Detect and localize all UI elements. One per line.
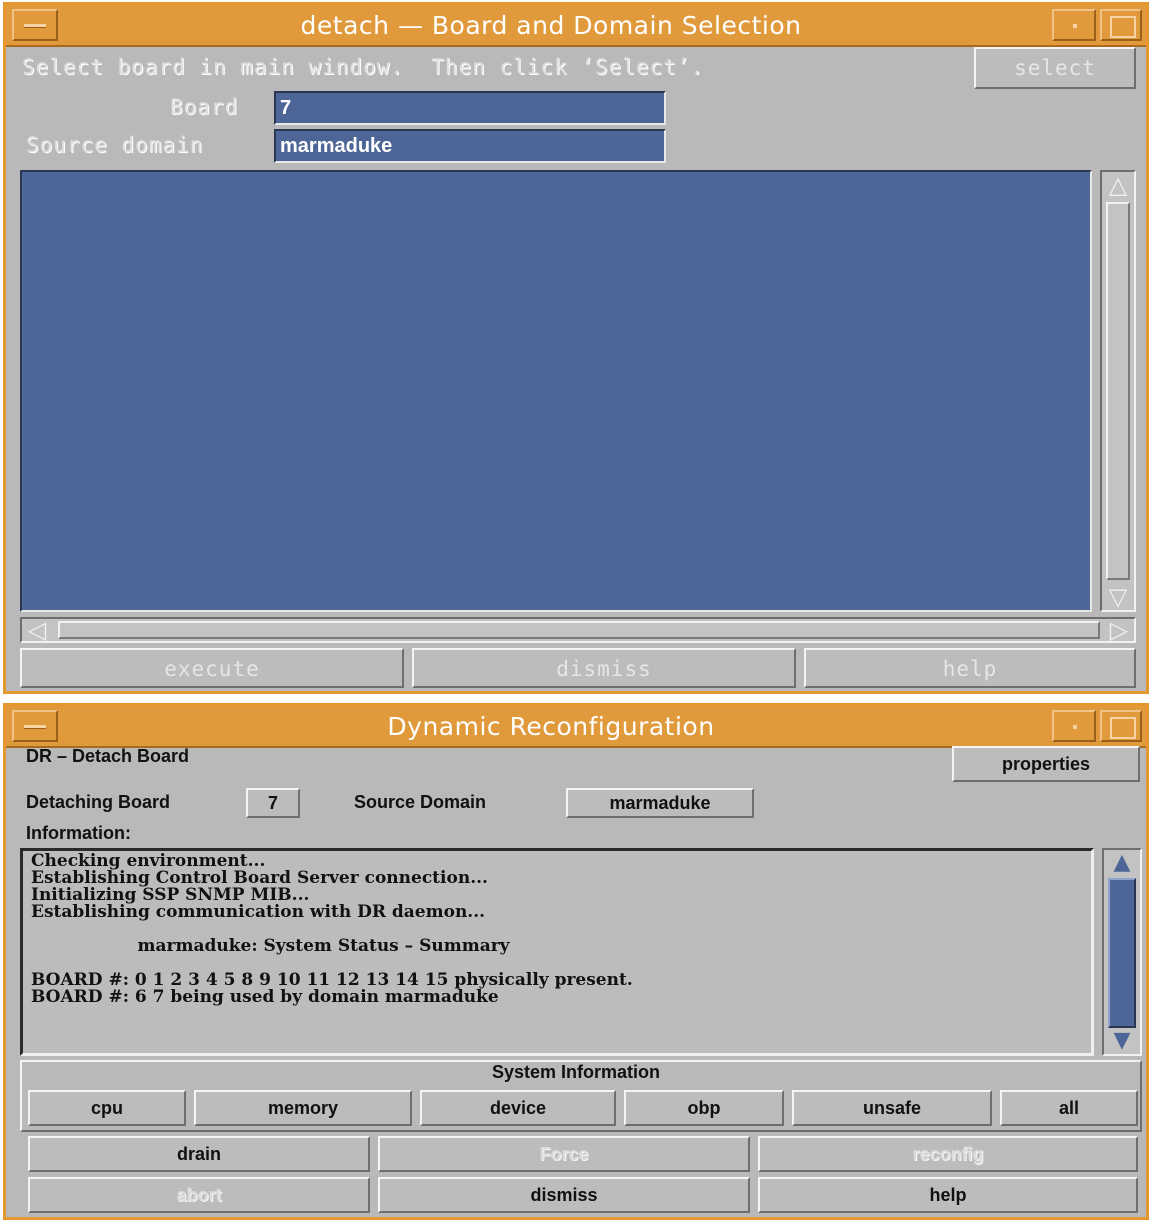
memory-button[interactable]: memory <box>194 1090 412 1126</box>
window-title: detach — Board and Domain Selection <box>300 11 802 40</box>
board-domain-selection-window: detach — Board and Domain Selection Sele… <box>3 2 1149 694</box>
obp-button[interactable]: obp <box>624 1090 784 1126</box>
title-bar[interactable]: Dynamic Reconfiguration <box>6 706 1146 748</box>
scroll-up-icon[interactable]: ▲ <box>1108 852 1136 874</box>
force-button[interactable]: Force <box>378 1136 750 1172</box>
cpu-button[interactable]: cpu <box>28 1090 186 1126</box>
detaching-board-value: 7 <box>246 788 300 818</box>
dynamic-reconfiguration-window: Dynamic Reconfiguration DR – Detach Boar… <box>3 703 1149 1220</box>
abort-button[interactable]: abort <box>28 1177 370 1213</box>
scroll-down-icon[interactable]: ▽ <box>1104 585 1132 609</box>
maximize-icon[interactable] <box>1100 710 1142 742</box>
board-label: Board <box>170 95 239 119</box>
dismiss-button[interactable]: dismiss <box>378 1177 750 1213</box>
instruction-text: Select board in main window. Then click … <box>22 55 705 79</box>
source-domain-label: Source Domain <box>354 792 487 812</box>
all-button[interactable]: all <box>1000 1090 1138 1126</box>
minimize-icon[interactable] <box>1052 9 1096 41</box>
window-menu-icon[interactable] <box>12 710 58 742</box>
unsafe-button[interactable]: unsafe <box>792 1090 992 1126</box>
help-button[interactable]: help <box>758 1177 1138 1213</box>
source-domain-label: Source domain <box>26 133 204 157</box>
drain-button[interactable]: drain <box>28 1136 370 1172</box>
log-line: Establishing communication with DR daemo… <box>31 902 486 922</box>
scroll-thumb-horizontal[interactable] <box>58 621 1100 639</box>
scroll-up-icon[interactable]: △ <box>1104 173 1132 197</box>
horizontal-scrollbar[interactable]: ◁ ▷ <box>20 617 1136 643</box>
scroll-left-icon[interactable]: ◁ <box>24 618 50 642</box>
log-line: BOARD #: 6 7 being used by domain marmad… <box>31 987 499 1007</box>
scroll-down-icon[interactable]: ▼ <box>1108 1030 1136 1052</box>
window-menu-icon[interactable] <box>12 9 58 41</box>
information-label: Information: <box>26 823 131 843</box>
reconfig-button[interactable]: reconfig <box>758 1136 1138 1172</box>
detaching-board-label: Detaching Board <box>26 792 171 812</box>
minimize-icon[interactable] <box>1052 710 1096 742</box>
information-log[interactable]: Checking environment... Establishing Con… <box>20 848 1094 1056</box>
output-list[interactable] <box>20 170 1092 612</box>
dr-heading: DR – Detach Board <box>26 746 190 766</box>
scroll-right-icon[interactable]: ▷ <box>1106 618 1132 642</box>
vertical-scrollbar[interactable]: ▲ ▼ <box>1102 848 1142 1056</box>
scroll-thumb[interactable] <box>1108 878 1136 1028</box>
execute-button[interactable]: execute <box>20 648 404 688</box>
maximize-icon[interactable] <box>1100 9 1142 41</box>
dismiss-button[interactable]: dismiss <box>412 648 796 688</box>
window-title: Dynamic Reconfiguration <box>387 712 715 741</box>
device-button[interactable]: device <box>420 1090 616 1126</box>
properties-button[interactable]: properties <box>952 746 1140 782</box>
vertical-scrollbar[interactable]: △ ▽ <box>1100 170 1136 612</box>
log-line: marmaduke: System Status – Summary <box>31 936 510 956</box>
system-information-label: System Information <box>491 1062 661 1082</box>
scroll-thumb[interactable] <box>1106 202 1130 580</box>
title-bar[interactable]: detach — Board and Domain Selection <box>6 5 1146 47</box>
help-button[interactable]: help <box>804 648 1136 688</box>
board-field[interactable]: 7 <box>274 91 666 125</box>
select-button[interactable]: select <box>974 47 1136 89</box>
source-domain-value: marmaduke <box>566 788 754 818</box>
source-domain-field[interactable]: marmaduke <box>274 129 666 163</box>
